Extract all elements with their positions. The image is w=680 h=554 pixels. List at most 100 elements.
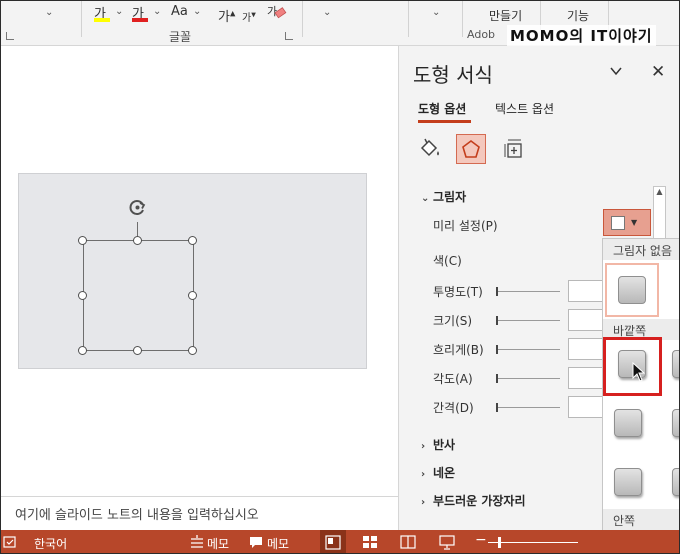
pane-title: 도형 서식: [413, 63, 493, 87]
comments-icon[interactable]: [248, 534, 264, 550]
no-shadow-heading: 그림자 없음: [603, 239, 679, 260]
dropdown-caret-icon[interactable]: ⌄: [45, 7, 53, 18]
font-group-label: 글꼴: [169, 30, 192, 44]
font-color-button[interactable]: 가: [132, 3, 148, 22]
resize-handle-top-left[interactable]: [78, 236, 87, 245]
transparency-label: 투명도(T): [433, 285, 483, 299]
size-properties-icon[interactable]: [499, 134, 529, 164]
dropdown-caret-icon[interactable]: ⌄: [432, 7, 440, 18]
language-indicator[interactable]: 한국어: [34, 535, 67, 552]
comments-toggle-label[interactable]: 메모: [267, 535, 289, 552]
transparency-slider-knob[interactable]: [496, 287, 498, 296]
feature-button-label[interactable]: 기능: [567, 7, 589, 24]
watermark-logo: MOMO의 IT이야기: [507, 25, 656, 46]
tab-shape-options[interactable]: 도형 옵션: [418, 100, 466, 117]
resize-handle-top-right[interactable]: [188, 236, 197, 245]
preset-label: 미리 설정(P): [433, 219, 498, 233]
angle-slider-knob[interactable]: [496, 374, 498, 383]
highlight-color-button[interactable]: 가: [94, 3, 110, 22]
notes-placeholder: 여기에 슬라이드 노트의 내용을 입력하십시오: [15, 508, 259, 523]
outer-shadow-tile[interactable]: [614, 409, 642, 437]
status-bar: 한국어 메모 메모 −: [1, 530, 679, 553]
scroll-up-arrow-icon[interactable]: ▲: [654, 187, 665, 200]
font-color-caret-icon[interactable]: ⌄: [153, 6, 161, 17]
notes-toggle-label[interactable]: 메모: [207, 535, 229, 552]
inner-heading: 안쪽: [603, 509, 679, 530]
dropdown-caret-icon[interactable]: ⌄: [323, 7, 331, 18]
shadow-preset-dropdown[interactable]: ▼: [603, 209, 651, 236]
pane-close-icon[interactable]: ✕: [651, 62, 665, 82]
change-case-button[interactable]: Aa: [171, 4, 188, 19]
zoom-slider-knob[interactable]: [498, 537, 501, 548]
resize-handle-top[interactable]: [133, 236, 142, 245]
outer-shadow-tile[interactable]: [672, 468, 679, 496]
accessibility-icon[interactable]: [2, 534, 18, 550]
shadow-section-label: 그림자: [433, 190, 467, 204]
ribbon-separator: [81, 1, 82, 37]
collapsed-chevron-icon: ›: [421, 497, 426, 508]
size-slider-knob[interactable]: [496, 316, 498, 325]
ribbon-separator: [302, 1, 303, 37]
shadow-presets-gallery: 그림자 없음 바깥쪽 안쪽: [602, 238, 679, 553]
reading-view-icon[interactable]: [400, 534, 416, 550]
dialog-launcher-icon[interactable]: [6, 32, 14, 40]
size-slider[interactable]: [498, 320, 560, 321]
ribbon-separator: [462, 1, 463, 37]
blur-slider-knob[interactable]: [496, 345, 498, 354]
fill-line-icon[interactable]: [415, 134, 445, 164]
app-window: ⌄ 가 ⌄ 가 ⌄ Aa ⌄ 가▲ 가▼ 가 ⌄ ⌄ 만들기 기능 글꼴 Ado…: [0, 0, 680, 554]
soft-edges-section-header[interactable]: › 부드러운 가장자리: [421, 492, 526, 509]
outer-shadow-tile[interactable]: [614, 468, 642, 496]
angle-label: 각도(A): [433, 372, 473, 386]
shadow-section-header[interactable]: ⌄ 그림자: [421, 188, 466, 205]
reflection-section-label: 반사: [433, 438, 456, 452]
resize-handle-bottom-right[interactable]: [188, 346, 197, 355]
make-button-label[interactable]: 만들기: [489, 7, 522, 24]
zoom-out-icon[interactable]: −: [475, 532, 487, 548]
selected-rectangle-shape[interactable]: [83, 240, 194, 351]
collapsed-chevron-icon: ›: [421, 469, 426, 480]
distance-slider[interactable]: [498, 407, 560, 408]
resize-handle-bottom-left[interactable]: [78, 346, 87, 355]
soft-edges-section-label: 부드러운 가장자리: [433, 494, 526, 508]
normal-view-button[interactable]: [320, 530, 346, 553]
blur-slider[interactable]: [498, 349, 560, 350]
resize-handle-right[interactable]: [188, 291, 197, 300]
color-label: 색(C): [433, 254, 462, 268]
transparency-slider[interactable]: [498, 291, 560, 292]
svg-text:가: 가: [267, 5, 277, 18]
glow-section-header[interactable]: › 네온: [421, 464, 455, 481]
normal-view-icon: [325, 535, 341, 550]
no-shadow-tile[interactable]: [618, 276, 646, 304]
highlight-caret-icon[interactable]: ⌄: [115, 6, 123, 17]
size-label: 크기(S): [433, 314, 473, 328]
font-dialog-launcher-icon[interactable]: [285, 32, 293, 40]
reflection-section-header[interactable]: › 반사: [421, 436, 455, 453]
active-tab-indicator: [418, 120, 471, 123]
zoom-slider[interactable]: [488, 542, 578, 543]
dropdown-arrow-icon: ▼: [631, 218, 638, 227]
slide-sorter-icon[interactable]: [362, 534, 378, 550]
mouse-cursor-icon: [632, 362, 646, 382]
change-case-caret-icon[interactable]: ⌄: [193, 6, 201, 17]
slide-canvas[interactable]: [18, 173, 367, 369]
effects-icon[interactable]: [456, 134, 486, 164]
ribbon: ⌄ 가 ⌄ 가 ⌄ Aa ⌄ 가▲ 가▼ 가 ⌄ ⌄ 만들기 기능 글꼴 Ado…: [1, 1, 679, 46]
angle-slider[interactable]: [498, 378, 560, 379]
blur-label: 흐리게(B): [433, 343, 484, 357]
grow-font-icon[interactable]: 가▲: [218, 6, 235, 25]
distance-slider-knob[interactable]: [496, 403, 498, 412]
outer-shadow-tile[interactable]: [672, 350, 679, 378]
resize-handle-bottom[interactable]: [133, 346, 142, 355]
tab-text-options[interactable]: 텍스트 옵션: [495, 100, 554, 117]
slide-editor: [1, 46, 398, 496]
resize-handle-left[interactable]: [78, 291, 87, 300]
rotate-handle-icon[interactable]: [127, 197, 148, 218]
outer-shadow-tile[interactable]: [672, 409, 679, 437]
notes-pane[interactable]: 여기에 슬라이드 노트의 내용을 입력하십시오: [1, 496, 398, 530]
slideshow-icon[interactable]: [439, 534, 455, 550]
notes-icon[interactable]: [189, 534, 205, 550]
clear-format-icon[interactable]: 가: [267, 3, 287, 24]
shrink-font-icon[interactable]: 가▼: [242, 9, 256, 24]
pane-options-chevron-icon[interactable]: [609, 64, 623, 78]
